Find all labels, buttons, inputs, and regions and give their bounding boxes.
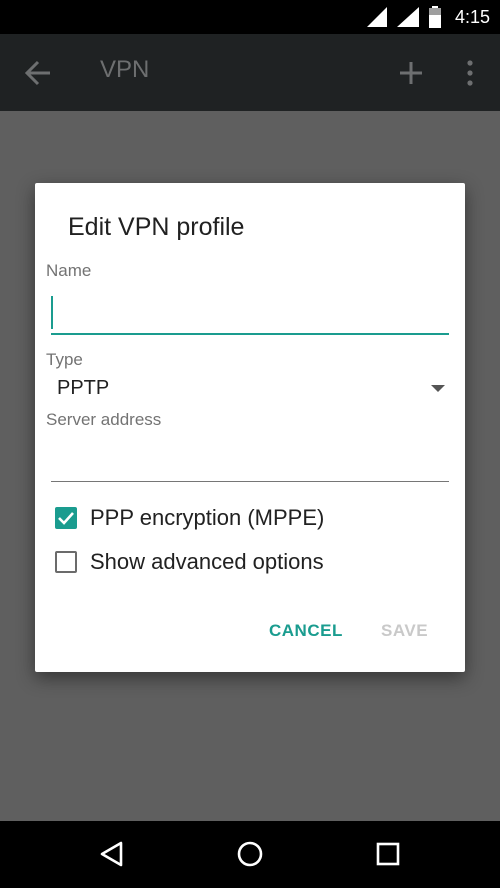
wifi-signal-icon [396,7,419,27]
status-time: 4:15 [454,6,490,27]
type-selected-value: PPTP [57,377,110,399]
show-advanced-option[interactable]: Show advanced options [55,547,324,577]
ppp-encryption-checkbox[interactable] [55,507,77,529]
name-input[interactable] [51,293,449,335]
nav-back-icon[interactable] [98,840,124,868]
nav-recents-icon[interactable] [376,842,400,866]
show-advanced-checkbox[interactable] [55,551,77,573]
ppp-encryption-label: PPP encryption (MPPE) [90,505,325,530]
save-button[interactable]: SAVE [381,621,428,641]
show-advanced-label: Show advanced options [90,549,324,574]
plus-icon[interactable] [398,60,424,86]
signal-icon [366,7,387,27]
battery-icon [428,6,441,28]
edit-vpn-dialog: Edit VPN profile Name Type PPTP Server a… [35,183,465,672]
server-address-input[interactable] [51,445,449,482]
type-dropdown[interactable]: PPTP [51,373,449,407]
app-bar: VPN [0,34,500,111]
dropdown-arrow-icon [431,385,445,392]
arrow-left-icon[interactable] [24,60,52,86]
server-address-label: Server address [46,410,162,429]
type-label: Type [46,350,83,369]
name-label: Name [46,261,92,280]
text-cursor [51,296,53,329]
page-title: VPN [100,56,150,83]
more-vert-icon[interactable] [460,58,480,88]
ppp-encryption-option[interactable]: PPP encryption (MPPE) [55,503,324,533]
status-bar: 4:15 [0,0,500,34]
status-icons: 4:15 [366,0,490,34]
dialog-title: Edit VPN profile [68,213,245,241]
cancel-button[interactable]: CANCEL [269,621,343,641]
navigation-bar [0,821,500,888]
checkmark-icon [58,512,74,525]
nav-home-icon[interactable] [236,840,264,868]
